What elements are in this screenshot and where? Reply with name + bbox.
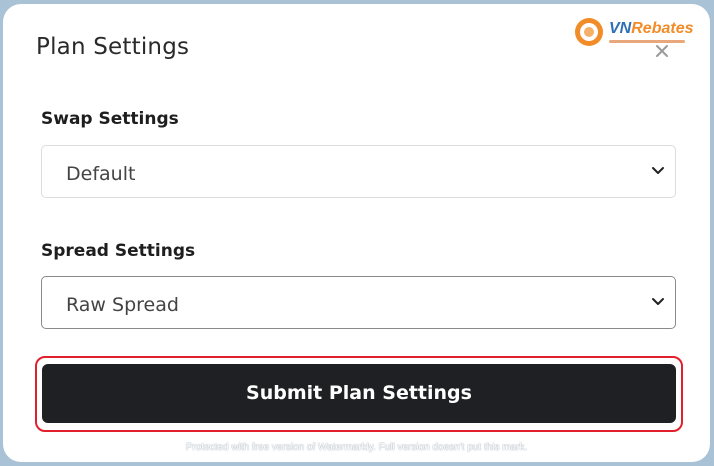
logo-wordmark: VNRebates [609, 20, 694, 37]
plan-settings-modal: Plan Settings VNRebates Swap Settings De… [3, 4, 710, 462]
modal-title: Plan Settings [36, 34, 190, 60]
logo-emblem-icon [575, 18, 603, 46]
vnrebates-logo: VNRebates [573, 16, 694, 50]
close-icon[interactable] [653, 42, 671, 60]
swap-settings-label: Swap Settings [41, 109, 179, 129]
spread-settings-label: Spread Settings [41, 241, 196, 261]
spread-settings-select[interactable]: Raw Spread [41, 276, 676, 329]
swap-settings-value: Default [66, 163, 136, 185]
chevron-down-icon [652, 167, 664, 174]
submit-plan-settings-button[interactable]: Submit Plan Settings [42, 364, 676, 423]
blank-patch [235, 216, 457, 250]
submit-highlight-outline: Submit Plan Settings [35, 356, 683, 432]
spread-settings-value: Raw Spread [66, 294, 179, 316]
logo-tagline-bar [609, 40, 685, 43]
swap-settings-select[interactable]: Default [41, 145, 676, 198]
chevron-down-icon [652, 298, 664, 305]
watermark-text: Protected with free version of Watermark… [185, 442, 528, 453]
